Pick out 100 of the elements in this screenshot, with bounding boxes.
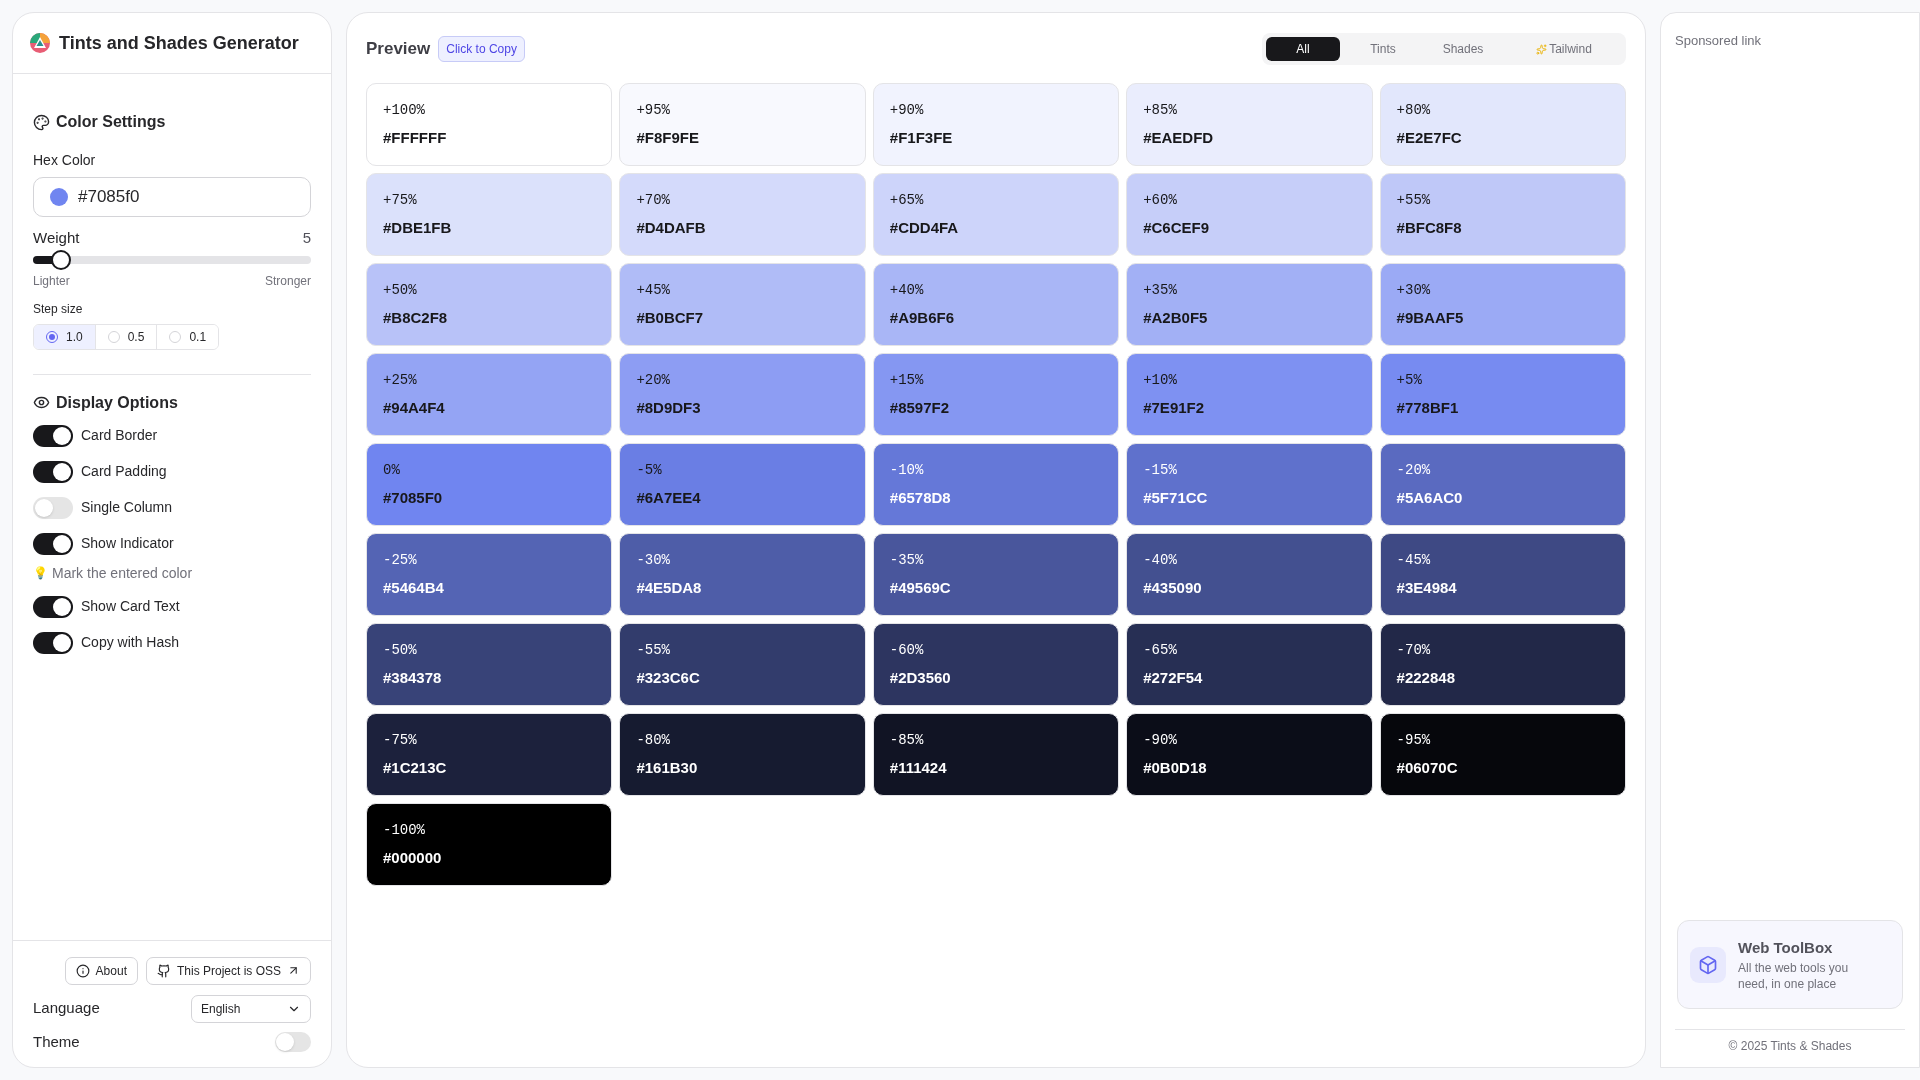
theme-toggle[interactable]	[275, 1031, 311, 1052]
percent-label: +25%	[383, 370, 417, 390]
percent-label: -40%	[1143, 550, 1177, 570]
color-card[interactable]: -20% #5A6AC0	[1379, 443, 1626, 526]
color-card[interactable]: +80% #E2E7FC	[1379, 83, 1626, 166]
percent-label: -100%	[383, 820, 425, 840]
promo-title: Web ToolBox	[1738, 938, 1834, 959]
color-card[interactable]: 0% #7085F0	[366, 443, 613, 526]
color-card[interactable]: -100% #000000	[366, 803, 613, 886]
percent-label: -55%	[636, 640, 670, 660]
toggle-switch[interactable]	[33, 631, 73, 654]
promo-card[interactable]: Web ToolBox All the web tools you need, in one place	[1677, 920, 1903, 1009]
color-card[interactable]: -85% #111424	[872, 713, 1120, 796]
color-card[interactable]: +60% #C6CEF9	[1126, 173, 1373, 256]
option-label: Card Border	[81, 426, 158, 445]
info-icon	[75, 963, 90, 978]
color-card[interactable]: -5% #6A7EE4	[619, 443, 866, 526]
bulb-icon: 💡	[33, 564, 48, 582]
step-option[interactable]: 0.1	[156, 324, 219, 349]
percent-label: +100%	[383, 100, 425, 120]
hex-color-field[interactable]: #7085f0	[33, 177, 311, 217]
color-card[interactable]: -15% #5F71CC	[1126, 443, 1373, 526]
color-card[interactable]: +90% #F1F3FE	[872, 83, 1120, 166]
slider-thumb[interactable]	[50, 249, 71, 270]
filter-tab[interactable]: Tailwind	[1506, 37, 1622, 61]
color-card[interactable]: +5% #778BF1	[1379, 353, 1626, 436]
color-card[interactable]: -90% #0B0D18	[1126, 713, 1373, 796]
scale-label: Stronger	[264, 272, 311, 290]
percent-label: +70%	[636, 190, 670, 210]
color-card[interactable]: +85% #EAEDFD	[1126, 83, 1373, 166]
color-card[interactable]: +75% #DBE1FB	[366, 173, 613, 256]
percent-label: -30%	[636, 550, 670, 570]
hex-label: #94A4F4	[383, 397, 445, 418]
color-card[interactable]: +15% #8597F2	[872, 353, 1120, 436]
color-card[interactable]: +45% #B0BCF7	[619, 263, 866, 346]
color-card[interactable]: +50% #B8C2F8	[366, 263, 613, 346]
toggle-switch[interactable]	[33, 532, 73, 555]
color-card[interactable]: -75% #1C213C	[366, 713, 613, 796]
language-select[interactable]: English	[191, 994, 311, 1023]
option-label: Show Card Text	[81, 597, 180, 616]
hex-label: #49569C	[889, 577, 951, 598]
toggle-switch[interactable]	[33, 496, 73, 519]
step-option[interactable]: 1.0	[34, 324, 95, 349]
hex-label: #A9B6F6	[889, 307, 954, 328]
color-card[interactable]: -45% #3E4984	[1379, 533, 1626, 616]
percent-label: +85%	[1143, 100, 1177, 120]
hex-label: #06070C	[1396, 757, 1458, 778]
hex-label: #8D9DF3	[636, 397, 701, 418]
percent-label: +90%	[889, 100, 924, 120]
hex-label: #DBE1FB	[383, 217, 452, 238]
color-card[interactable]: +40% #A9B6F6	[872, 263, 1120, 346]
color-card[interactable]: +25% #94A4F4	[366, 353, 613, 436]
github-icon	[156, 963, 171, 978]
filter-tab[interactable]: All	[1266, 37, 1340, 61]
filter-tab[interactable]: Shades	[1426, 37, 1500, 61]
option-label: Show Indicator	[81, 534, 174, 553]
percent-label: +40%	[889, 280, 924, 300]
color-card[interactable]: -35% #49569C	[872, 533, 1120, 616]
percent-label: 0%	[383, 460, 400, 480]
toggle-switch[interactable]	[33, 460, 73, 483]
color-card[interactable]: -10% #6578D8	[872, 443, 1120, 526]
percent-label: -60%	[889, 640, 924, 660]
percent-label: -15%	[1143, 460, 1177, 480]
about-button[interactable]: About	[64, 956, 138, 985]
color-card[interactable]: +30% #9BAAF5	[1379, 263, 1626, 346]
color-card[interactable]: -30% #4E5DA8	[619, 533, 866, 616]
weight-slider[interactable]	[33, 249, 311, 270]
color-card[interactable]: -40% #435090	[1126, 533, 1373, 616]
percent-label: -50%	[383, 640, 417, 660]
color-card[interactable]: -65% #272F54	[1126, 623, 1373, 706]
hex-label: #1C213C	[383, 757, 447, 778]
hex-label: #272F54	[1143, 667, 1203, 688]
percent-label: +30%	[1396, 280, 1431, 300]
percent-label: -10%	[889, 460, 924, 480]
color-card[interactable]: +100% #FFFFFF	[366, 83, 613, 166]
color-card[interactable]: +35% #A2B0F5	[1126, 263, 1373, 346]
color-card[interactable]: -80% #161B30	[619, 713, 866, 796]
percent-label: -90%	[1143, 730, 1177, 750]
field-label: Step size	[33, 300, 84, 318]
hex-label: #B0BCF7	[636, 307, 704, 328]
percent-label: +45%	[636, 280, 670, 300]
color-card[interactable]: +20% #8D9DF3	[619, 353, 866, 436]
color-card[interactable]: -60% #2D3560	[872, 623, 1120, 706]
hex-label: #6A7EE4	[636, 487, 701, 508]
color-card[interactable]: +10% #7E91F2	[1126, 353, 1373, 436]
toggle-switch[interactable]	[33, 595, 73, 618]
github-link-button[interactable]: This Project is OSS	[145, 956, 311, 985]
color-card[interactable]: +55% #BFC8F8	[1379, 173, 1626, 256]
color-card[interactable]: -25% #5464B4	[366, 533, 613, 616]
color-card[interactable]: +70% #D4DAFB	[619, 173, 866, 256]
color-card[interactable]: -55% #323C6C	[619, 623, 866, 706]
color-card[interactable]: -50% #384378	[366, 623, 613, 706]
filter-tab[interactable]: Tints	[1346, 37, 1420, 61]
color-card[interactable]: -70% #222848	[1379, 623, 1626, 706]
toggle-switch[interactable]	[33, 424, 73, 447]
field-label: Hex Color	[33, 151, 97, 170]
color-card[interactable]: -95% #06070C	[1379, 713, 1626, 796]
percent-label: -70%	[1396, 640, 1431, 660]
color-card[interactable]: +95% #F8F9FE	[619, 83, 866, 166]
color-card[interactable]: +65% #CDD4FA	[872, 173, 1120, 256]
